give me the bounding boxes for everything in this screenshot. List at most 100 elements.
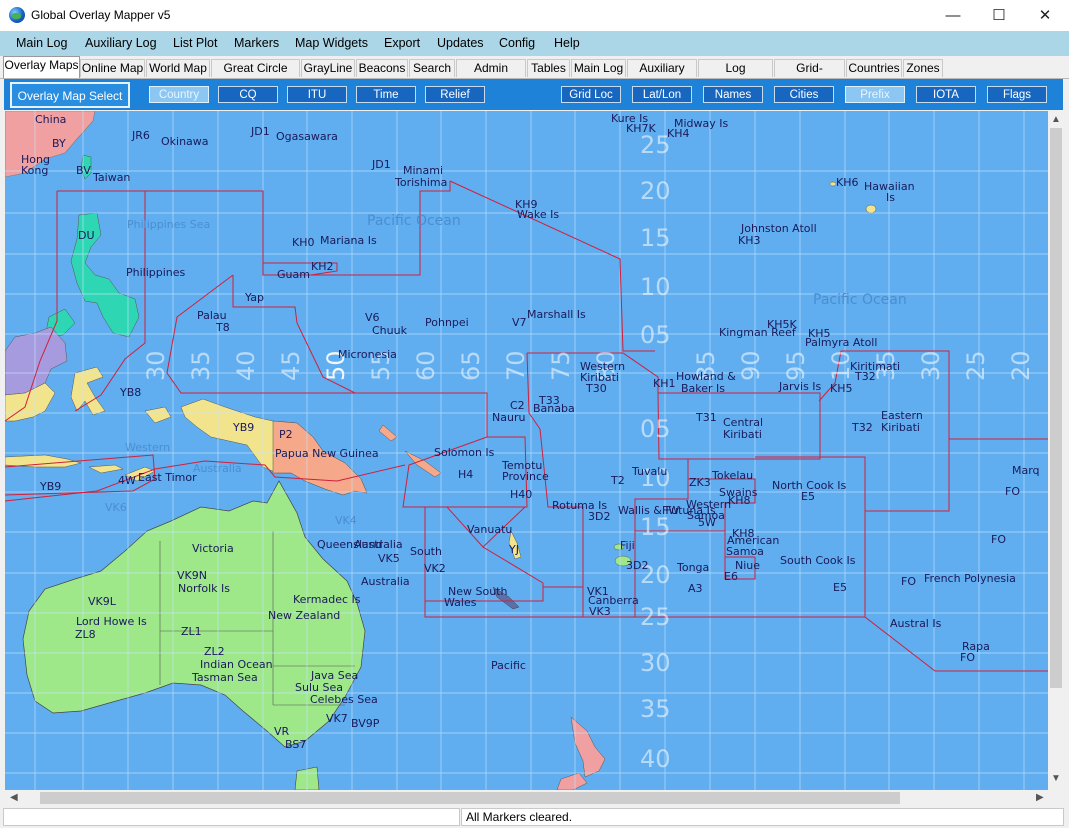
map-label: VR <box>274 725 290 738</box>
map-label: Marshall Is <box>527 308 586 321</box>
sea-label: VK4 <box>335 514 357 527</box>
minimize-button[interactable]: — <box>930 0 976 31</box>
tab-overlay-maps[interactable]: Overlay Maps <box>3 56 80 78</box>
menu-auxiliary-log[interactable]: Auxiliary Log <box>85 36 157 50</box>
tab-bar: Overlay Maps Online Map World Map Great … <box>0 56 1069 92</box>
tab-online-map[interactable]: Online Map <box>80 59 145 77</box>
itu-button[interactable]: ITU <box>287 86 347 103</box>
itu-lon: 70 <box>502 350 530 381</box>
grid-loc-button[interactable]: Grid Loc <box>561 86 621 103</box>
menu-config[interactable]: Config <box>499 36 535 50</box>
map-label: VK7 <box>326 712 348 725</box>
itu-number: 20 <box>640 177 671 205</box>
map-label: South Cook Is <box>780 554 856 567</box>
map-label: YB9 <box>39 480 61 493</box>
map-label: H40 <box>510 488 532 501</box>
map-label: 4W <box>118 474 136 487</box>
map-label: Kong <box>21 164 48 177</box>
map-label: Norfolk Is <box>178 582 230 595</box>
itu-lon: 95 <box>782 350 810 381</box>
tab-world-map[interactable]: World Map <box>146 59 210 77</box>
menu-list-plot[interactable]: List Plot <box>173 36 217 50</box>
itu-number: 15 <box>640 513 671 541</box>
map-label: Tonga <box>676 561 709 574</box>
map-label: Ogasawara <box>276 130 338 143</box>
map-label: Lord Howe Is <box>76 615 147 628</box>
time-button[interactable]: Time <box>356 86 416 103</box>
lat-lon-button[interactable]: Lat/Lon <box>632 86 692 103</box>
scroll-down-icon[interactable]: ▼ <box>1051 773 1061 784</box>
tab-main-log[interactable]: Main Log <box>571 59 626 77</box>
map-label: ZL2 <box>204 645 225 658</box>
map-label: VK2 <box>424 562 446 575</box>
overlay-map[interactable]: 25 20 15 10 05 05 10 15 20 25 30 35 40 3… <box>5 111 1048 790</box>
tab-tables[interactable]: Tables <box>527 59 570 77</box>
map-label: Australia <box>354 538 403 551</box>
maximize-button[interactable]: ☐ <box>976 0 1022 31</box>
itu-lon: 30 <box>917 350 945 381</box>
title-bar: Global Overlay Mapper v5 — ☐ ✕ <box>0 0 1069 31</box>
map-label: E5 <box>833 581 847 594</box>
map-label: KH0 <box>292 236 314 249</box>
itu-number: 10 <box>640 273 671 301</box>
map-label: Tokelau <box>711 469 753 482</box>
country-button[interactable]: Country <box>149 86 209 103</box>
tab-great-circle-map[interactable]: Great Circle Map <box>211 59 300 92</box>
close-button[interactable]: ✕ <box>1022 0 1068 31</box>
map-label: Tuvalu <box>631 465 667 478</box>
tab-beacons[interactable]: Beacons <box>356 59 408 77</box>
itu-lon: 65 <box>457 350 485 381</box>
map-label: Baker Is <box>681 382 725 395</box>
ocean-label: Pacific Ocean <box>367 213 461 229</box>
vertical-scroll-thumb[interactable] <box>1050 128 1062 688</box>
itu-number: 25 <box>640 603 671 631</box>
tab-admin-areas[interactable]: Admin Areas <box>456 59 526 92</box>
menu-export[interactable]: Export <box>384 36 420 50</box>
map-label: FO <box>901 575 916 588</box>
scroll-up-icon[interactable]: ▲ <box>1051 114 1061 125</box>
scroll-left-icon[interactable]: ◀ <box>10 792 18 803</box>
names-button[interactable]: Names <box>703 86 763 103</box>
map-label: Chuuk <box>372 324 408 337</box>
menu-help[interactable]: Help <box>554 36 580 50</box>
itu-number: 25 <box>640 131 671 159</box>
prefix-button[interactable]: Prefix <box>845 86 905 103</box>
sea-label: Philippines Sea <box>127 218 210 231</box>
tab-zones[interactable]: Zones <box>903 59 943 77</box>
itu-number: 05 <box>640 321 671 349</box>
iota-button[interactable]: IOTA <box>916 86 976 103</box>
map-label: Pohnpei <box>425 316 469 329</box>
tab-grid-squares[interactable]: Grid-Squares <box>774 59 845 92</box>
map-label: Tasman Sea <box>191 671 258 684</box>
map-label: JD1 <box>371 158 391 171</box>
menu-updates[interactable]: Updates <box>437 36 484 50</box>
tab-auxiliary-log[interactable]: Auxiliary Log <box>627 59 697 92</box>
hawaii-land <box>865 204 877 214</box>
cq-button[interactable]: CQ <box>218 86 278 103</box>
map-label: 5W <box>698 516 716 529</box>
tab-countries[interactable]: Countries <box>846 59 902 77</box>
relief-button[interactable]: Relief <box>425 86 485 103</box>
sea-label: Australia <box>193 462 242 475</box>
map-label: FW <box>662 504 679 517</box>
ocean-label: Pacific Ocean <box>813 292 907 308</box>
tab-log-summary[interactable]: Log Summary <box>698 59 773 92</box>
menu-bar: Main Log Auxiliary Log List Plot Markers… <box>0 31 1069 56</box>
menu-map-widgets[interactable]: Map Widgets <box>295 36 368 50</box>
map-label: New Zealand <box>268 609 340 622</box>
overlay-map-select-button[interactable]: Overlay Map Select <box>10 82 130 108</box>
map-label: Celebes Sea <box>310 693 378 706</box>
flags-button[interactable]: Flags <box>987 86 1047 103</box>
map-label: Jarvis Is <box>778 380 822 393</box>
menu-markers[interactable]: Markers <box>234 36 279 50</box>
map-label: Guam <box>277 268 310 281</box>
itu-number: 05 <box>640 415 671 443</box>
scroll-right-icon[interactable]: ▶ <box>1036 792 1044 803</box>
tab-grayline[interactable]: GrayLine <box>301 59 355 77</box>
map-label: Papua New Guinea <box>275 447 379 460</box>
horizontal-scroll-thumb[interactable] <box>40 792 900 804</box>
cities-button[interactable]: Cities <box>774 86 834 103</box>
menu-main-log[interactable]: Main Log <box>16 36 67 50</box>
map-label: KH8 <box>728 494 750 507</box>
tab-search[interactable]: Search <box>409 59 455 77</box>
